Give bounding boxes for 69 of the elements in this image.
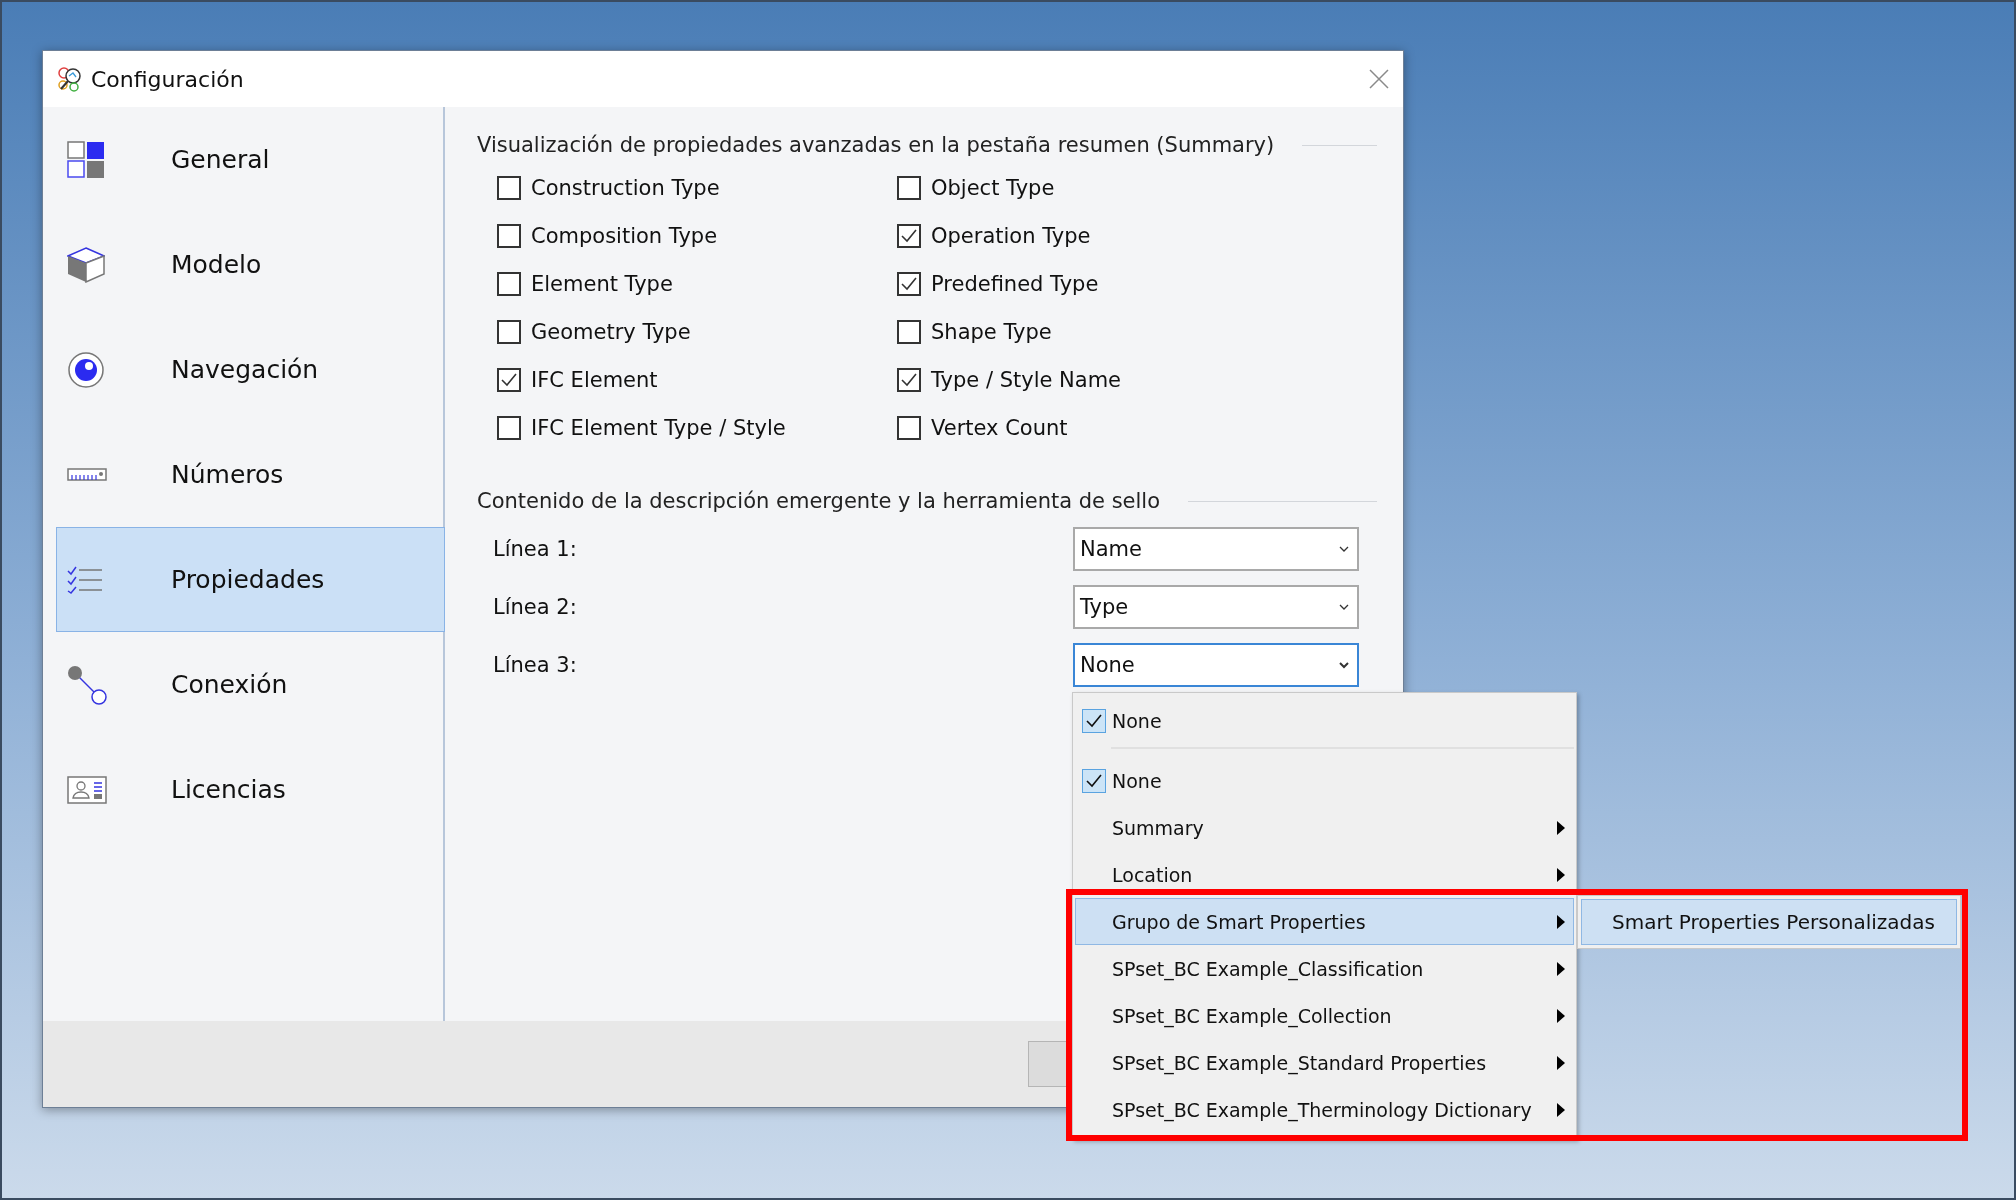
checkbox-label: Element Type [531, 272, 673, 296]
submenu-arrow-icon [1557, 867, 1565, 882]
chevron-down-icon [1339, 545, 1349, 553]
id-card-icon [67, 775, 107, 804]
ruler-icon [67, 467, 107, 482]
field-label: Línea 1: [493, 537, 577, 561]
checkbox-label: Predefined Type [931, 272, 1099, 296]
checkbox[interactable] [897, 224, 921, 248]
eye-icon [67, 350, 105, 389]
checkbox-label: Composition Type [531, 224, 718, 248]
menu-item[interactable]: Summary [1075, 804, 1574, 851]
checkbox[interactable] [897, 272, 921, 296]
checkbox[interactable] [497, 416, 521, 440]
submenu-arrow-icon [1557, 820, 1565, 835]
sidebar-item[interactable]: Navegación [56, 317, 445, 422]
connection-icon [67, 664, 107, 705]
app-logo-icon [57, 66, 83, 92]
checkbox[interactable] [897, 416, 921, 440]
chevron-down-icon [1339, 661, 1349, 669]
sidebar-item[interactable]: Conexión [56, 632, 445, 737]
menu-item[interactable]: SPset_BC Example_Standard Properties [1075, 1039, 1574, 1086]
checkbox[interactable] [497, 272, 521, 296]
menu-item[interactable]: Smart Properties Personalizadas [1581, 899, 1957, 945]
submenu-arrow-icon [1557, 1008, 1565, 1023]
field-label: Línea 3: [493, 653, 577, 677]
menu-item[interactable]: None [1075, 695, 1574, 747]
sidebar-item[interactable]: Propiedades [56, 527, 445, 632]
checkbox[interactable] [497, 176, 521, 200]
checkbox[interactable] [897, 176, 921, 200]
menu-item[interactable]: SPset_BC Example_Collection [1075, 992, 1574, 1039]
sidebar-item[interactable]: Licencias [56, 737, 445, 842]
sidebar-item[interactable]: General [56, 107, 445, 212]
checkbox-label: Shape Type [931, 320, 1052, 344]
sidebar-item[interactable]: Números [56, 422, 445, 527]
window-title: Configuración [91, 66, 245, 92]
dropdown-field[interactable]: Type [1073, 585, 1359, 629]
submenu-arrow-icon [1557, 914, 1565, 929]
menu-item[interactable]: SPset_BC Example_Therminology Dictionary [1075, 1086, 1574, 1133]
grid-icon [67, 140, 105, 179]
checkbox[interactable] [897, 320, 921, 344]
menu-item[interactable]: SPset_BC Example_Classification [1075, 945, 1574, 992]
menu-item[interactable]: Location [1075, 851, 1574, 898]
checkbox-label: Object Type [931, 176, 1055, 200]
checkbox[interactable] [897, 368, 921, 392]
dropdown-field[interactable]: None [1073, 643, 1359, 687]
cube-icon [67, 246, 105, 283]
dropdown-field[interactable]: Name [1073, 527, 1359, 571]
checkbox-label: Type / Style Name [931, 368, 1122, 392]
submenu-arrow-icon [1557, 1055, 1565, 1070]
checkbox-label: Operation Type [931, 224, 1091, 248]
submenu-arrow-icon [1557, 1102, 1565, 1117]
menu-item[interactable]: Grupo de Smart Properties [1075, 898, 1574, 945]
checkbox-label: IFC Element Type / Style [531, 416, 786, 440]
sidebar-item[interactable]: Modelo [56, 212, 445, 317]
checkbox-label: Construction Type [531, 176, 720, 200]
chevron-down-icon [1339, 603, 1349, 611]
close-icon[interactable] [1369, 69, 1389, 89]
checklist-icon [67, 565, 103, 594]
checkbox[interactable] [497, 320, 521, 344]
section-title: Contenido de la descripción emergente y la herramienta de sello [477, 489, 1161, 513]
menu-item[interactable]: None [1075, 757, 1574, 804]
checkbox-label: Vertex Count [931, 416, 1068, 440]
field-label: Línea 2: [493, 595, 577, 619]
section-title: Visualización de propiedades avanzadas en la pestaña resumen (Summary) [477, 133, 1275, 157]
checkbox-label: Geometry Type [531, 320, 691, 344]
checkbox-label: IFC Element [531, 368, 658, 392]
checkbox[interactable] [497, 224, 521, 248]
checkbox[interactable] [497, 368, 521, 392]
submenu-arrow-icon [1557, 961, 1565, 976]
